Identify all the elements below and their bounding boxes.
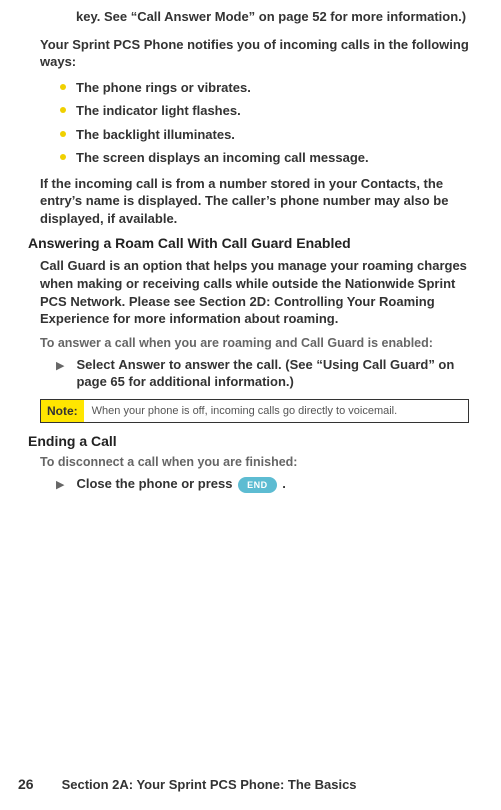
step-text: Select Answer to answer the call. (See “… bbox=[76, 356, 469, 391]
page-footer: 26 Section 2A: Your Sprint PCS Phone: Th… bbox=[0, 776, 501, 792]
note-box: Note: When your phone is off, incoming c… bbox=[40, 399, 469, 423]
roam-heading: Answering a Roam Call With Call Guard En… bbox=[28, 235, 469, 251]
ending-heading: Ending a Call bbox=[28, 433, 469, 449]
ways-list: The phone rings or vibrates. The indicat… bbox=[40, 79, 469, 167]
end-key-icon: END bbox=[238, 477, 277, 493]
page-number: 26 bbox=[18, 776, 34, 792]
ending-subheading: To disconnect a call when you are finish… bbox=[40, 455, 469, 469]
step-item: ▶ Select Answer to answer the call. (See… bbox=[40, 356, 469, 391]
list-item: The indicator light flashes. bbox=[40, 102, 469, 120]
step-item: ▶ Close the phone or press END . bbox=[40, 475, 469, 493]
step-text: Close the phone or press END . bbox=[76, 475, 285, 493]
footer-title: Section 2A: Your Sprint PCS Phone: The B… bbox=[62, 777, 357, 792]
triangle-icon: ▶ bbox=[56, 359, 64, 372]
roam-subheading: To answer a call when you are roaming an… bbox=[40, 336, 469, 350]
list-item: The phone rings or vibrates. bbox=[40, 79, 469, 97]
continuation-text: key. See “Call Answer Mode” on page 52 f… bbox=[76, 8, 469, 26]
list-item: The screen displays an incoming call mes… bbox=[40, 149, 469, 167]
contacts-para: If the incoming call is from a number st… bbox=[40, 175, 469, 228]
note-label: Note: bbox=[41, 400, 84, 422]
intro-para: Your Sprint PCS Phone notifies you of in… bbox=[40, 36, 469, 71]
note-text: When your phone is off, incoming calls g… bbox=[84, 400, 406, 422]
roam-para: Call Guard is an option that helps you m… bbox=[40, 257, 469, 327]
triangle-icon: ▶ bbox=[56, 478, 64, 491]
list-item: The backlight illuminates. bbox=[40, 126, 469, 144]
